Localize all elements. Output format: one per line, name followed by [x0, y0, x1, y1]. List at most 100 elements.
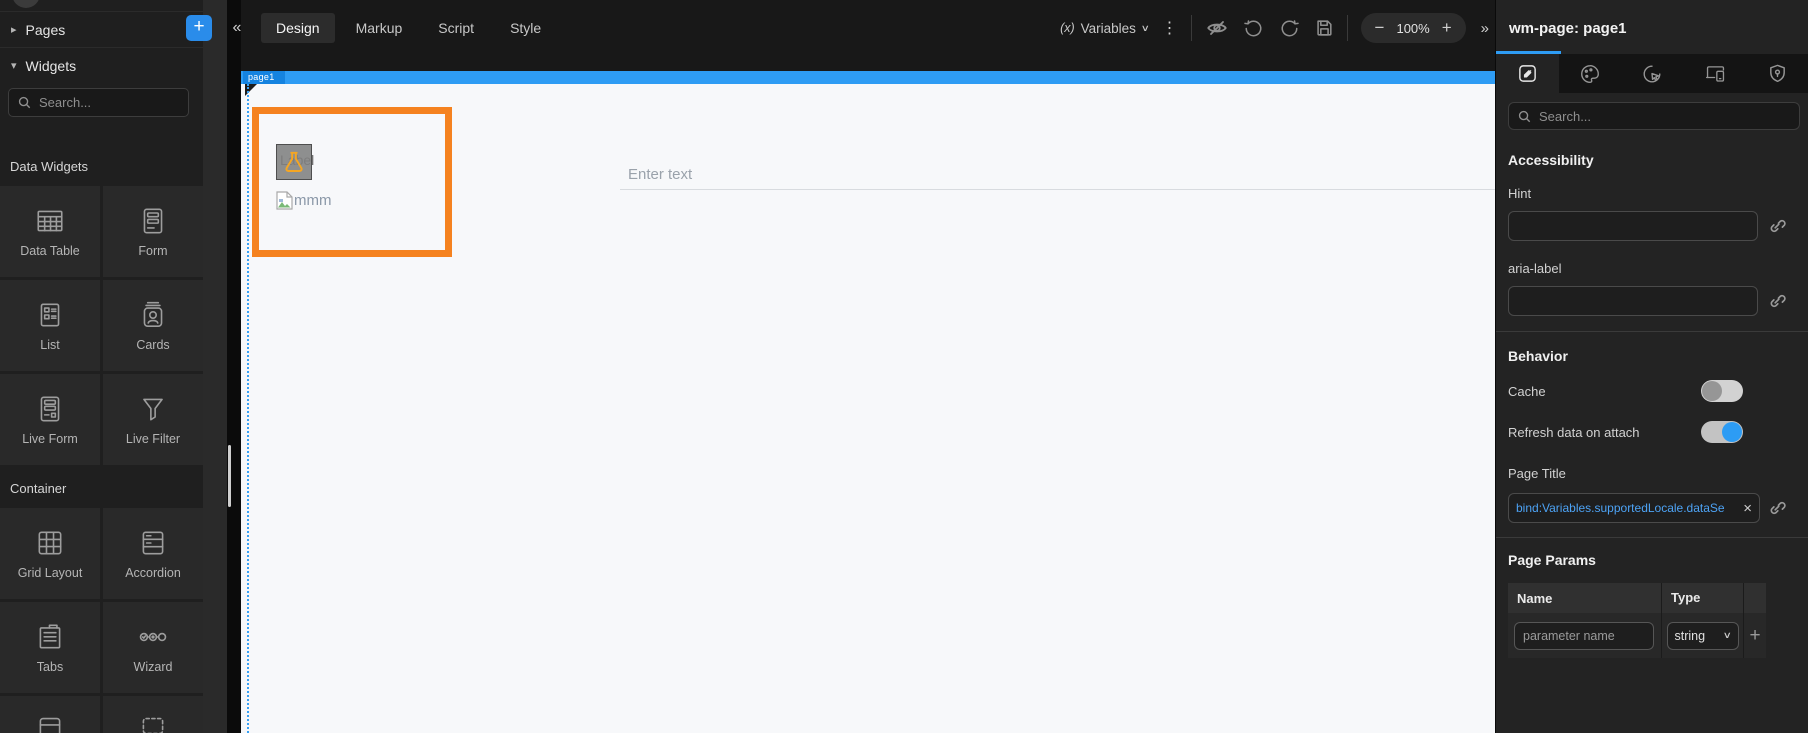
widget-tile-label: Tabs: [36, 660, 64, 675]
widget-tile-list[interactable]: List: [0, 280, 100, 371]
page-title-bind-button[interactable]: [1768, 499, 1786, 517]
aria-label-input[interactable]: [1508, 286, 1758, 316]
tab-events[interactable]: [1621, 54, 1684, 93]
panel-title: wm-page: page1: [1509, 20, 1627, 37]
tab-security[interactable]: [1746, 54, 1808, 93]
widget-tile-label: Live Form: [22, 432, 78, 447]
page-tab[interactable]: page1: [243, 71, 285, 84]
icon-widget[interactable]: [276, 144, 312, 180]
tab-style[interactable]: Style: [495, 13, 556, 43]
toolbar-actions: (x) Variables ∨ ⋮ − 100% + »: [1060, 0, 1491, 56]
widget-tile-grid-layout[interactable]: Grid Layout: [0, 508, 100, 599]
behavior-heading: Behavior: [1508, 348, 1568, 364]
undo-button[interactable]: [1242, 17, 1265, 40]
widget-tile-container[interactable]: [103, 696, 203, 733]
group-label-container: Container: [0, 470, 203, 506]
accordion-icon: [142, 531, 164, 555]
toggle-knob: [1702, 381, 1722, 401]
panel-resize-handle[interactable]: [228, 445, 231, 507]
caret-down-icon: ▾: [11, 60, 17, 72]
design-canvas[interactable]: page1 Label mmm Enter text: [241, 71, 1495, 733]
widget-tile-cards[interactable]: Cards: [103, 280, 203, 371]
zoom-level: 100%: [1396, 20, 1430, 36]
widget-tile-live-filter[interactable]: Live Filter: [103, 374, 203, 465]
selected-widget-outline[interactable]: Label mmm: [252, 107, 452, 257]
tab-markup[interactable]: Markup: [341, 13, 418, 43]
link-icon: [1770, 501, 1786, 515]
text-input-widget[interactable]: Enter text: [620, 159, 1495, 190]
tab-script[interactable]: Script: [423, 13, 489, 43]
column-header-actions: [1743, 583, 1766, 613]
page-params-table: Name Type string ∨ +: [1508, 583, 1766, 658]
widget-tile-tabs[interactable]: Tabs: [0, 602, 100, 693]
param-type-select[interactable]: string ∨: [1666, 621, 1739, 650]
widget-tile-accordion[interactable]: Accordion: [103, 508, 203, 599]
toggle-knob: [1722, 422, 1742, 442]
widget-tile-label: Live Filter: [125, 432, 181, 447]
widget-tile-form[interactable]: Form: [103, 186, 203, 277]
tab-devices[interactable]: [1684, 54, 1747, 93]
hint-bind-button[interactable]: [1768, 217, 1786, 235]
properties-search-input[interactable]: [1539, 108, 1790, 124]
grid-layout-icon: [38, 531, 62, 555]
group-label-data-widgets: Data Widgets: [0, 148, 203, 184]
add-param-button[interactable]: +: [1749, 626, 1760, 645]
cache-toggle[interactable]: [1701, 380, 1743, 402]
list-icon: [40, 303, 60, 327]
widget-tile-live-form[interactable]: Live Form: [0, 374, 100, 465]
param-name-input[interactable]: [1514, 621, 1654, 650]
aria-label-bind-button[interactable]: [1768, 292, 1786, 310]
link-icon: [1770, 219, 1786, 233]
param-type-value: string: [1674, 628, 1706, 643]
toolbar-divider: [1346, 15, 1348, 41]
collapse-inspector-button[interactable]: »: [1479, 20, 1491, 37]
container-widgets-grid: Grid Layout Accordion Tabs Wizard: [0, 508, 203, 693]
widget-tile-wizard[interactable]: Wizard: [103, 602, 203, 693]
hint-label: Hint: [1508, 186, 1532, 201]
page-title-label: Page Title: [1508, 466, 1566, 481]
variables-label: Variables: [1080, 20, 1136, 36]
wizard-icon: [139, 633, 167, 642]
refresh-data-toggle[interactable]: [1701, 421, 1743, 443]
widget-search-input[interactable]: [39, 95, 179, 110]
widgets-section-header[interactable]: ▾ Widgets: [0, 47, 203, 83]
pages-section-header[interactable]: ▸ Pages: [0, 11, 203, 47]
pages-label: Pages: [25, 21, 66, 38]
tab-design[interactable]: Design: [261, 13, 335, 43]
tab-properties[interactable]: [1496, 54, 1559, 93]
add-page-button[interactable]: +: [186, 15, 212, 41]
cards-icon: [143, 302, 163, 328]
tabs-icon: [39, 624, 61, 649]
more-options-button[interactable]: ⋮: [1162, 18, 1178, 38]
tab-styles[interactable]: [1559, 54, 1622, 93]
redo-button[interactable]: [1278, 17, 1301, 40]
search-icon: [1518, 110, 1531, 122]
picture-widget[interactable]: mmm: [276, 191, 332, 210]
widget-tile-label: Wizard: [133, 660, 173, 675]
properties-search: [1508, 102, 1800, 130]
chevron-down-icon: ∨: [1140, 22, 1150, 33]
variables-dropdown[interactable]: (x) Variables ∨: [1060, 20, 1150, 36]
accessibility-heading: Accessibility: [1508, 152, 1594, 168]
widget-tile-panel[interactable]: [0, 696, 100, 733]
data-widgets-grid: Data Table Form List Cards Live Form Liv…: [0, 186, 203, 465]
devices-icon: [1705, 66, 1724, 82]
collapse-sidebar-button[interactable]: «: [226, 16, 248, 40]
chevron-down-icon: ∨: [1722, 630, 1732, 640]
column-header-type: Type: [1661, 583, 1743, 613]
page-title-bind-input[interactable]: bind:Variables.supportedLocale.dataSe ×: [1508, 493, 1760, 523]
variables-icon: (x): [1060, 21, 1075, 35]
widget-tile-label: Cards: [136, 338, 170, 353]
save-button[interactable]: [1314, 18, 1334, 38]
widget-tile-label: List: [40, 338, 60, 353]
save-icon: [1316, 20, 1332, 36]
hint-input[interactable]: [1508, 211, 1758, 241]
zoom-in-button[interactable]: +: [1442, 18, 1452, 38]
zoom-out-button[interactable]: −: [1375, 18, 1385, 38]
widget-tile-data-table[interactable]: Data Table: [0, 186, 100, 277]
properties-panel: wm-page: page1 Search... Accessibility H…: [1495, 0, 1808, 733]
shield-pin-icon: [1770, 64, 1786, 83]
preview-toggle-button[interactable]: [1205, 16, 1229, 40]
form-icon: [143, 208, 163, 234]
clear-bind-icon[interactable]: ×: [1743, 500, 1752, 517]
